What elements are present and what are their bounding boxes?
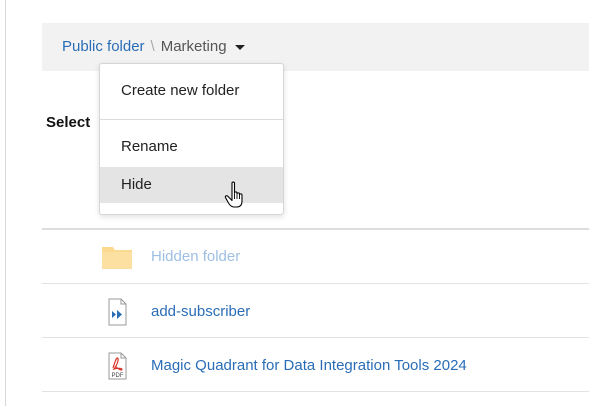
pdf-icon-text: PDF bbox=[112, 373, 124, 379]
select-label: Select bbox=[46, 114, 91, 131]
folder-actions-menu: Create new folder Rename Hide bbox=[99, 63, 284, 215]
menu-item-hide-label: Hide bbox=[121, 176, 152, 193]
file-name[interactable]: Magic Quadrant for Data Integration Tool… bbox=[151, 357, 467, 374]
list-divider bbox=[42, 228, 589, 230]
menu-divider bbox=[100, 119, 283, 120]
breadcrumb-current[interactable]: Marketing bbox=[161, 38, 227, 55]
breadcrumb: Public folder \ Marketing bbox=[62, 38, 245, 55]
left-border bbox=[5, 0, 6, 406]
list-divider bbox=[42, 391, 589, 392]
caret-down-icon[interactable] bbox=[234, 45, 245, 50]
hand-pointer-cursor-icon bbox=[224, 181, 243, 208]
pdf-icon: PDF bbox=[108, 352, 127, 380]
folder-icon bbox=[102, 247, 132, 269]
file-name[interactable]: Hidden folder bbox=[151, 248, 240, 265]
list-item-add-subscriber[interactable]: add-subscriber bbox=[42, 286, 589, 338]
list-item-hidden-folder[interactable]: Hidden folder bbox=[42, 231, 589, 283]
menu-item-create-new-folder[interactable]: Create new folder bbox=[100, 73, 283, 109]
list-divider bbox=[42, 283, 589, 284]
file-name[interactable]: add-subscriber bbox=[151, 303, 250, 320]
menu-item-rename[interactable]: Rename bbox=[100, 129, 283, 165]
breadcrumb-separator: \ bbox=[150, 38, 155, 55]
list-item-magic-quadrant[interactable]: PDF Magic Quadrant for Data Integration … bbox=[42, 340, 589, 392]
page: Public folder \ Marketing Select Hidden … bbox=[0, 0, 589, 406]
document-icon bbox=[108, 298, 127, 326]
list-divider bbox=[42, 337, 589, 338]
breadcrumb-root-link[interactable]: Public folder bbox=[62, 38, 145, 55]
menu-item-hide[interactable]: Hide bbox=[100, 167, 283, 208]
